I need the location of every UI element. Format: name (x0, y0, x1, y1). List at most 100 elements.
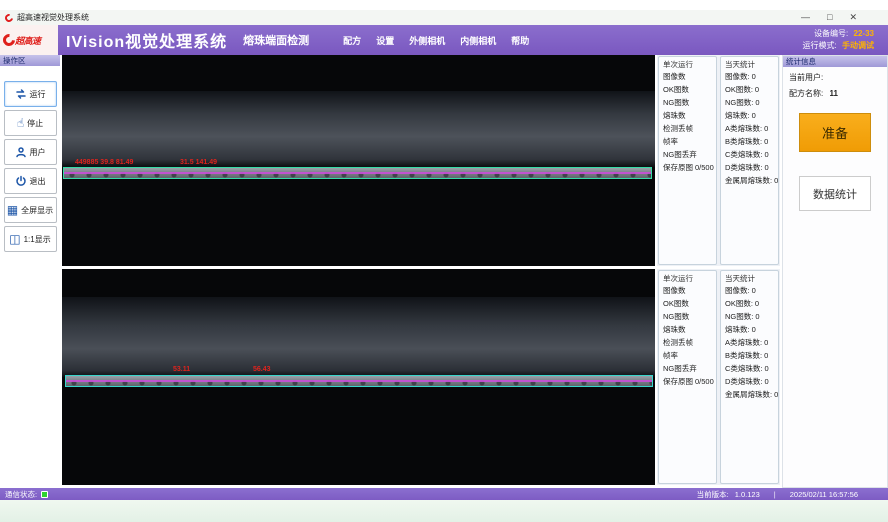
stat-label: OK图数 (663, 83, 689, 96)
stat-label: 图像数: (725, 284, 750, 297)
stat-label: 熔珠数 (663, 323, 686, 336)
datetime-value: 2025/02/11 16:57:56 (790, 490, 858, 499)
close-icon[interactable]: ✕ (849, 10, 857, 25)
stop-button[interactable]: ☝ 停止 (4, 110, 57, 136)
stat-value: 0 (774, 174, 778, 187)
stop-button-label: 停止 (27, 118, 43, 129)
menu-item[interactable]: 设置 (376, 34, 394, 47)
maximize-icon[interactable]: □ (827, 10, 832, 25)
stat-row: 金属屑熔珠数: 0 (725, 388, 776, 401)
info-panel: 统计信息 当前用户: 配方名称: 11 准备 数据统计 (782, 55, 888, 488)
camera-view-outer: 449885 39.8 81.49 31.5 141.49 (62, 55, 655, 266)
stat-value: 0 (752, 323, 756, 336)
stats-section-inner: 单次运行 图像数 OK图数 (657, 269, 780, 485)
stat-value: 0 (765, 148, 769, 161)
camera2-measurement-annotation: 53.11 (173, 366, 190, 373)
sidebar-header: 操作区 (0, 55, 60, 66)
menu-item[interactable]: 帮助 (511, 34, 529, 47)
stat-label: OK图数: (725, 83, 753, 96)
stat-label: NG图丢弃 (663, 148, 697, 161)
stat-value: 0 (752, 109, 756, 122)
stat-row: A类熔珠数: 0 (725, 336, 776, 349)
version-value: 1.0.123 (735, 490, 760, 499)
menu-item[interactable]: 内侧相机 (460, 34, 496, 47)
stat-label: 图像数 (663, 70, 686, 83)
fullscreen-button[interactable]: ▦ 全屏显示 (4, 197, 57, 223)
window-controls: — □ ✕ (801, 10, 883, 25)
camera1-image-band (62, 91, 655, 167)
data-stats-button[interactable]: 数据统计 (799, 176, 871, 211)
header-info: 设备编号: 22-33 运行模式: 手动调试 (803, 28, 874, 52)
single-run-title: 单次运行 (663, 273, 693, 284)
stat-label: 金属屑熔珠数: (725, 174, 772, 187)
titlebar: 超高速视觉处理系统 — □ ✕ (0, 10, 888, 25)
stat-label: B类熔珠数: (725, 349, 762, 362)
stat-label: 检测丢帧 (663, 122, 693, 135)
stat-row: 保存原图 0/500 (663, 375, 714, 388)
menu-item[interactable]: 外侧相机 (409, 34, 445, 47)
single-run-groupbox: 单次运行 图像数 OK图数 (658, 270, 717, 484)
stat-label: NG图数: (725, 96, 753, 109)
user-icon (15, 146, 27, 158)
stat-row: NG图数 (663, 96, 714, 109)
device-number-label: 设备编号: (814, 29, 848, 38)
stats-column: 单次运行 图像数 OK图数 (657, 55, 780, 485)
run-button[interactable]: 运行 (4, 81, 57, 107)
stat-label: A类熔珠数: (725, 122, 762, 135)
stat-row: 图像数: 0 (725, 284, 776, 297)
menu-item[interactable]: 配方 (343, 34, 361, 47)
menu-bar: 配方 设置 外侧相机 内侧相机 帮助 (343, 34, 529, 47)
stat-label: B类熔珠数: (725, 135, 762, 148)
fullscreen-button-label: 全屏显示 (21, 205, 53, 216)
daily-stats-title: 当天统计 (725, 59, 755, 70)
stat-row: OK图数 (663, 83, 714, 96)
stats-section-outer: 单次运行 图像数 OK图数 (657, 55, 780, 266)
stat-label: NG图数 (663, 96, 689, 109)
run-loop-icon (15, 88, 27, 100)
stat-label: C类熔珠数: (725, 148, 763, 161)
stat-label: OK图数 (663, 297, 689, 310)
stat-row: 金属屑熔珠数: 0 (725, 174, 776, 187)
operation-sidebar: 操作区 运行 ☝ 停止 用户 (0, 55, 60, 488)
version-label: 当前版本: (697, 489, 729, 500)
stat-row: 帧率 (663, 135, 714, 148)
stat-label: D类熔珠数: (725, 375, 763, 388)
stat-label: 熔珠数: (725, 323, 750, 336)
stat-value: 0 (764, 336, 768, 349)
current-user-label: 当前用户: (789, 73, 823, 82)
stat-value: 0 (755, 310, 759, 323)
app-window: 超高速视觉处理系统 — □ ✕ 超高速 IVision视觉处理系统 熔珠端面检测… (0, 10, 888, 500)
brand-logo-text: 超高速 (15, 34, 41, 47)
window-title: 超高速视觉处理系统 (17, 12, 89, 23)
device-number-row: 设备编号: 22-33 (803, 28, 874, 40)
stat-row: OK图数 (663, 297, 714, 310)
stat-value: 0 (764, 122, 768, 135)
stat-value: 0 (765, 362, 769, 375)
camera1-measurement-annotation: 449885 39.8 81.49 (75, 159, 133, 166)
minimize-icon[interactable]: — (801, 10, 810, 25)
stat-value: 0 (764, 135, 768, 148)
brand-logo: 超高速 (0, 25, 58, 55)
stat-row: 熔珠数: 0 (725, 109, 776, 122)
stat-label: 熔珠数: (725, 109, 750, 122)
power-icon (15, 175, 27, 187)
one-to-one-button[interactable]: ◫ 1:1显示 (4, 226, 57, 252)
stat-value: 0 (755, 83, 759, 96)
stat-row: 检测丢帧 (663, 122, 714, 135)
camera-column: 449885 39.8 81.49 31.5 141.49 53.11 56.4… (62, 55, 655, 485)
stat-row: 熔珠数 (663, 323, 714, 336)
exit-button[interactable]: 退出 (4, 168, 57, 194)
stat-row: A类熔珠数: 0 (725, 122, 776, 135)
stat-row: C类熔珠数: 0 (725, 148, 776, 161)
stat-row: NG图数: 0 (725, 96, 776, 109)
hand-stop-icon: ☝ (17, 117, 24, 129)
user-button[interactable]: 用户 (4, 139, 57, 165)
stat-row: 图像数 (663, 284, 714, 297)
stat-label: OK图数: (725, 297, 753, 310)
stat-value: 0 (755, 297, 759, 310)
stat-row: 图像数: 0 (725, 70, 776, 83)
daily-stats-groupbox: 当天统计 图像数: 0 OK图数: 0 (720, 56, 779, 265)
prepare-button[interactable]: 准备 (799, 113, 871, 152)
stat-row: 帧率 (663, 349, 714, 362)
current-user-row: 当前用户: (783, 67, 887, 83)
